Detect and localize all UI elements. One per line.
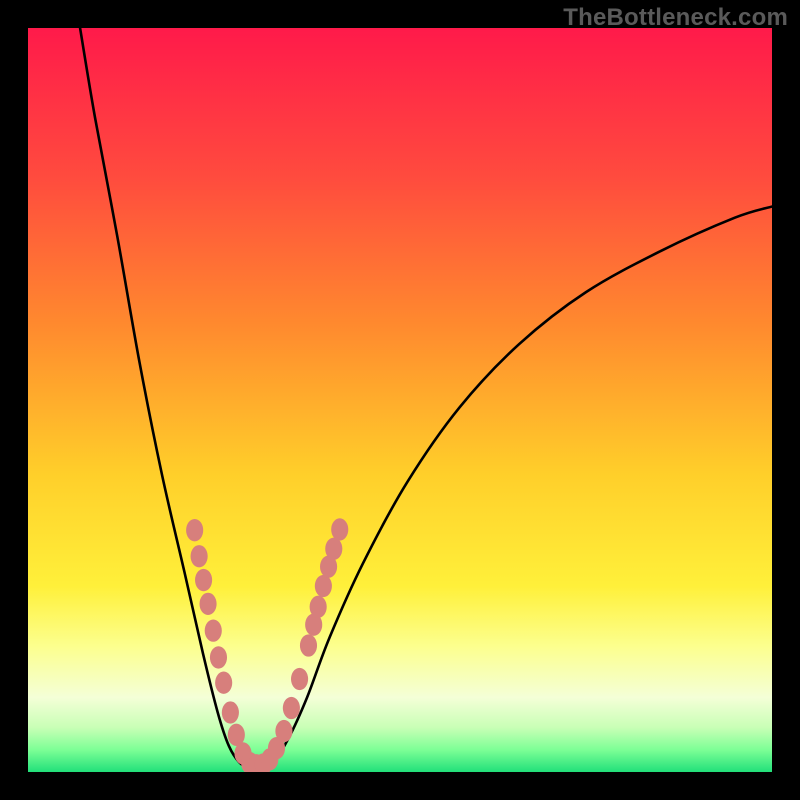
chart-stage: { "watermark": "TheBottleneck.com", "cha… (0, 0, 800, 800)
data-marker (315, 575, 332, 597)
data-marker (310, 596, 327, 618)
data-markers (186, 518, 348, 772)
data-marker (222, 701, 239, 723)
data-marker (331, 518, 348, 540)
data-marker (325, 538, 342, 560)
plot-area (28, 28, 772, 772)
data-marker (300, 634, 317, 656)
data-marker (210, 646, 227, 668)
data-marker (199, 593, 216, 615)
data-marker (191, 545, 208, 567)
data-marker (283, 697, 300, 719)
data-marker (291, 668, 308, 690)
data-marker (275, 720, 292, 742)
data-marker (195, 569, 212, 591)
data-marker (205, 619, 222, 641)
bottleneck-curve (28, 28, 772, 772)
data-marker (186, 519, 203, 541)
data-marker (215, 672, 232, 694)
